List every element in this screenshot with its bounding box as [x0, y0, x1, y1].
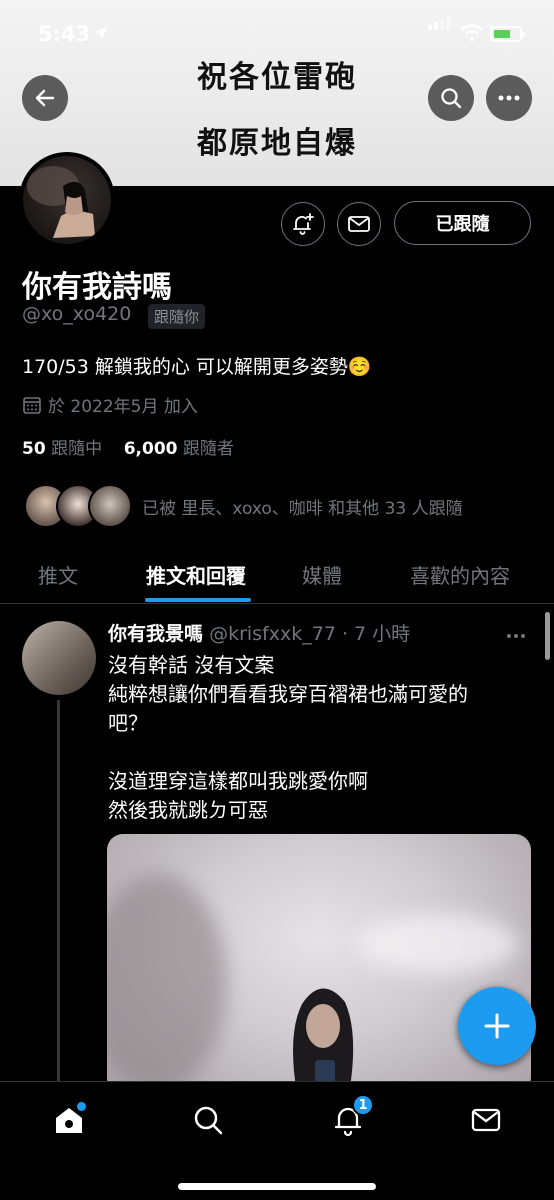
mail-icon — [348, 216, 370, 232]
image-blur-shape — [107, 874, 227, 1094]
tweet-media-image[interactable] — [107, 834, 531, 1094]
profile-avatar[interactable] — [19, 152, 115, 248]
message-button[interactable] — [337, 202, 381, 246]
profile-bio: 170/53 解鎖我的心 可以解開更多姿勢☺️ — [22, 356, 372, 378]
tab-likes[interactable]: 喜歡的內容 — [410, 560, 510, 589]
following-button[interactable]: 已跟隨 — [394, 201, 531, 245]
more-icon — [507, 634, 525, 638]
active-tab-indicator — [145, 598, 251, 602]
plus-icon — [484, 1013, 510, 1039]
follower-avatar — [88, 484, 132, 528]
battery-icon — [490, 26, 525, 42]
new-content-dot — [77, 1102, 86, 1111]
search-button[interactable] — [428, 75, 474, 121]
tweet-handle-time: @krisfxxk_77 · 7 小時 — [209, 623, 411, 645]
profile-joined: 於 2022年5月 加入 — [22, 392, 198, 417]
profile-handle: @xo_xo420 — [22, 303, 132, 325]
search-icon — [194, 1106, 223, 1135]
tweet-header: 你有我景嗎 @krisfxxk_77 · 7 小時 — [108, 619, 410, 646]
notifications-badge: 1 — [352, 1094, 374, 1116]
profile-avatar-image — [27, 166, 95, 238]
bell-plus-icon — [293, 213, 314, 235]
calendar-icon — [23, 396, 41, 414]
followers-count-link[interactable]: 6,000 跟隨者 — [124, 439, 234, 459]
tweet-text-line: 純粹想讓你們看看我穿百褶裙也滿可愛的 — [108, 682, 468, 706]
followers-count: 6,000 — [123, 439, 178, 459]
joined-date-text: 於 2022年5月 加入 — [48, 397, 198, 417]
mail-icon — [471, 1108, 501, 1132]
notify-button[interactable] — [281, 202, 325, 246]
tab-media[interactable]: 媒體 — [302, 560, 342, 589]
nav-notifications[interactable]: 1 — [328, 1094, 374, 1140]
tweet-more-button[interactable] — [506, 620, 526, 644]
status-time: 5:43 — [38, 22, 91, 46]
tab-tweets[interactable]: 推文 — [38, 560, 78, 589]
profile-tabs: 推文 推文和回覆 媒體 喜歡的內容 — [0, 548, 554, 604]
nav-search[interactable] — [188, 1100, 228, 1140]
tweet-text-line: 沒道理穿這樣都叫我跳愛你啊 — [108, 769, 368, 793]
image-person-shape — [293, 988, 354, 1094]
compose-tweet-button[interactable] — [458, 987, 536, 1065]
home-indicator[interactable] — [178, 1183, 376, 1190]
nav-messages[interactable] — [466, 1100, 506, 1140]
tweet-text-line: 沒有幹話 沒有文案 — [108, 653, 275, 677]
scrollbar[interactable] — [545, 612, 550, 660]
follows-you-badge: 跟隨你 — [148, 304, 206, 329]
search-icon — [441, 88, 462, 109]
status-bar: 5:43 — [0, 0, 554, 60]
tweet-author-name[interactable]: 你有我景嗎 — [108, 623, 203, 645]
nav-home[interactable] — [49, 1100, 89, 1140]
tweet-author-avatar[interactable] — [22, 621, 96, 695]
more-options-button[interactable] — [486, 75, 532, 121]
location-arrow-icon — [95, 27, 107, 39]
follow-counts: 50 跟隨中 6,000 跟隨者 — [22, 434, 234, 459]
followers-label: 跟隨者 — [182, 439, 234, 459]
following-count: 50 — [22, 439, 46, 459]
tab-tweets-and-replies[interactable]: 推文和回覆 — [146, 560, 246, 589]
wifi-icon — [460, 24, 484, 42]
thread-line — [57, 700, 60, 1085]
following-label: 跟隨中 — [51, 439, 103, 459]
more-icon — [498, 95, 520, 101]
following-count-link[interactable]: 50 跟隨中 — [22, 439, 102, 459]
profile-display-name: 你有我詩嗎 — [22, 270, 172, 305]
followers-you-know-text: 已被 里長、xoxo、咖啡 和其他 33 人跟隨 — [142, 499, 463, 519]
image-blur-shape — [357, 914, 517, 974]
back-arrow-icon — [35, 89, 55, 107]
back-button[interactable] — [22, 75, 68, 121]
followers-you-know[interactable]: 已被 里長、xoxo、咖啡 和其他 33 人跟隨 — [24, 484, 544, 532]
tweet-text-line: 然後我就跳ㄉ可惡 — [108, 798, 268, 822]
tweet-text-line: 吧？ — [108, 711, 148, 735]
